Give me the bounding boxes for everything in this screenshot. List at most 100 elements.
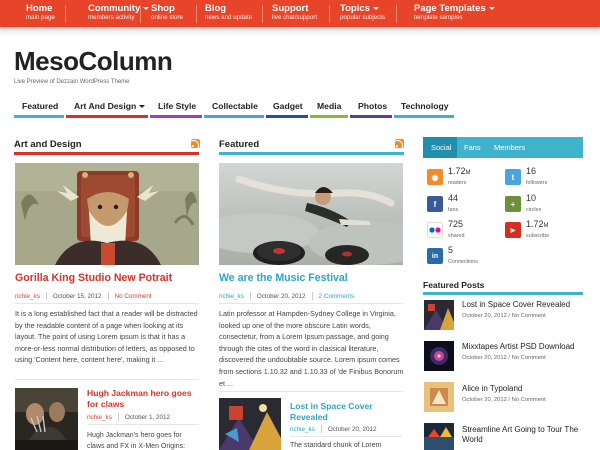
- topnav-home[interactable]: Home main page: [26, 3, 55, 22]
- post-comments-link[interactable]: 2 Comments: [319, 293, 355, 300]
- chevron-down-icon: [143, 7, 150, 10]
- post-image-gorilla-king[interactable]: [15, 163, 199, 265]
- menu-technology-bar: [394, 115, 454, 118]
- tab-members[interactable]: Members: [494, 143, 525, 152]
- rss-icon[interactable]: [191, 139, 200, 148]
- wolverine-thumbnail: [15, 388, 78, 450]
- post-title-lost-in-space[interactable]: Lost in Space Cover Revealed: [290, 401, 402, 423]
- section-title-featured: Featured: [219, 139, 260, 150]
- menu-technology[interactable]: Technology: [401, 101, 449, 111]
- featured-thumb-2[interactable]: [424, 341, 454, 371]
- topnav-shop[interactable]: Shop online store: [151, 3, 183, 22]
- tab-fans[interactable]: Fans: [464, 143, 481, 152]
- meta-divider: [107, 292, 109, 300]
- post-title-gorilla-king[interactable]: Gorilla King Studio New Potrait: [15, 272, 172, 284]
- youtube-count-value: 1.72: [526, 219, 544, 229]
- post-author[interactable]: richie_ks: [290, 426, 315, 433]
- nav-divider: [329, 5, 330, 23]
- top-navigation-bar: Home main page Community members activit…: [0, 0, 600, 37]
- topnav-community-title: Community: [88, 3, 141, 14]
- topnav-blog[interactable]: Blog news and update: [205, 3, 252, 22]
- post-thumb-lost-in-space[interactable]: [219, 398, 281, 450]
- nav-divider: [196, 5, 197, 23]
- youtube-icon[interactable]: ▶: [505, 222, 521, 238]
- post-thumb-hugh-jackman[interactable]: [15, 388, 78, 450]
- youtube-count-unit: M: [543, 223, 549, 229]
- topnav-support[interactable]: Support live chat/support: [272, 3, 317, 22]
- menu-art-and-design[interactable]: Art And Design: [74, 101, 146, 111]
- rss-count-value: 1.72: [448, 166, 466, 176]
- post-image-music-festival[interactable]: [219, 163, 403, 265]
- post-title-hugh-jackman[interactable]: Hugh Jackman hero goes for claws: [87, 388, 197, 410]
- featured-thumb-1-art: [424, 300, 454, 330]
- menu-featured-bar: [14, 115, 64, 118]
- post-author[interactable]: richie_ks: [87, 414, 112, 421]
- featured-thumb-1[interactable]: [424, 300, 454, 330]
- facebook-count: 44: [448, 193, 459, 203]
- google-plus-count: 10: [526, 193, 537, 203]
- menu-gadget-bar: [266, 115, 308, 118]
- flickr-label: shared: [448, 233, 465, 239]
- tab-social[interactable]: Social: [431, 143, 451, 152]
- rss-icon[interactable]: [395, 139, 404, 148]
- topnav-page-templates[interactable]: Page Templates template samples: [414, 3, 495, 22]
- post-author[interactable]: richie_ks: [219, 293, 244, 300]
- topnav-topics[interactable]: Topics popular subjects: [340, 3, 385, 22]
- featured-post-meta-3: October 20, 2012 / No Comment: [462, 397, 546, 403]
- chevron-down-icon: [488, 7, 495, 10]
- twitter-icon[interactable]: t: [505, 169, 521, 185]
- facebook-icon[interactable]: f: [427, 196, 443, 212]
- post-title-music-festival[interactable]: We are the Music Festival: [219, 272, 348, 284]
- post-comments-link[interactable]: No Comment: [115, 293, 152, 300]
- chevron-down-icon: [139, 104, 146, 108]
- menu-collectable[interactable]: Collectable: [212, 101, 258, 111]
- topnav-page-templates-sub: template samples: [414, 14, 463, 21]
- linkedin-count: 5: [448, 245, 454, 255]
- menu-photos[interactable]: Photos: [358, 101, 387, 111]
- site-logo[interactable]: MesoColumn: [14, 46, 173, 77]
- linkedin-label: Connections: [448, 259, 478, 265]
- menu-art-and-design-bar: [66, 115, 148, 118]
- featured-post-title-3[interactable]: Alice in Typoland: [462, 384, 522, 394]
- rss-count: 1.72M: [448, 166, 471, 176]
- featured-post-meta-2: October 20, 2012 / No Comment: [462, 355, 546, 361]
- featured-post-comments-3[interactable]: No Comment: [512, 397, 546, 403]
- featured-posts-title: Featured Posts: [423, 280, 485, 290]
- nav-divider: [65, 5, 66, 23]
- flickr-icon[interactable]: [427, 222, 443, 238]
- featured-post-meta-1: October 20, 2012 / No Comment: [462, 313, 546, 319]
- featured-thumb-3[interactable]: [424, 382, 454, 412]
- divider: [15, 379, 199, 380]
- featured-post-comments-2[interactable]: No Comment: [512, 355, 546, 361]
- post-meta-hugh-jackman: richie_ks October 1, 2012: [87, 413, 170, 421]
- google-plus-icon[interactable]: +: [505, 196, 521, 212]
- post-author[interactable]: richie_ks: [15, 293, 40, 300]
- chevron-down-icon: [372, 7, 379, 10]
- menu-media-bar: [310, 115, 348, 118]
- post-meta-lost-in-space: richie_ks October 20, 2012: [290, 425, 377, 433]
- featured-thumb-4-art: [424, 423, 454, 450]
- post-date: October 1, 2012: [124, 413, 171, 421]
- topnav-blog-title: Blog: [205, 3, 227, 14]
- menu-collectable-bar: [204, 115, 264, 118]
- menu-life-style[interactable]: Life Style: [158, 101, 196, 111]
- featured-post-title-4[interactable]: Streamline Art Going to Tour The World: [462, 425, 582, 445]
- featured-post-comments-1[interactable]: No Comment: [512, 313, 546, 319]
- rss-count-unit: M: [465, 170, 471, 176]
- divider: [219, 303, 403, 304]
- twitter-count: 16: [526, 166, 537, 176]
- topnav-support-sub: live chat/support: [272, 14, 318, 21]
- menu-media[interactable]: Media: [317, 101, 341, 111]
- linkedin-icon[interactable]: in: [427, 248, 443, 264]
- menu-gadget[interactable]: Gadget: [273, 101, 303, 111]
- nav-divider: [396, 5, 397, 23]
- twitter-label: followers: [526, 180, 548, 186]
- meta-divider: [311, 292, 313, 300]
- featured-post-title-2[interactable]: Mixxtapes Artist PSD Download: [462, 342, 575, 352]
- rss-icon[interactable]: ◉: [427, 169, 443, 185]
- featured-post-title-1[interactable]: Lost in Space Cover Revealed: [462, 300, 570, 310]
- featured-thumb-4[interactable]: [424, 423, 454, 450]
- topnav-shop-title: Shop: [151, 3, 175, 14]
- menu-featured[interactable]: Featured: [22, 101, 58, 111]
- social-tabs: Social Fans Members: [423, 137, 583, 158]
